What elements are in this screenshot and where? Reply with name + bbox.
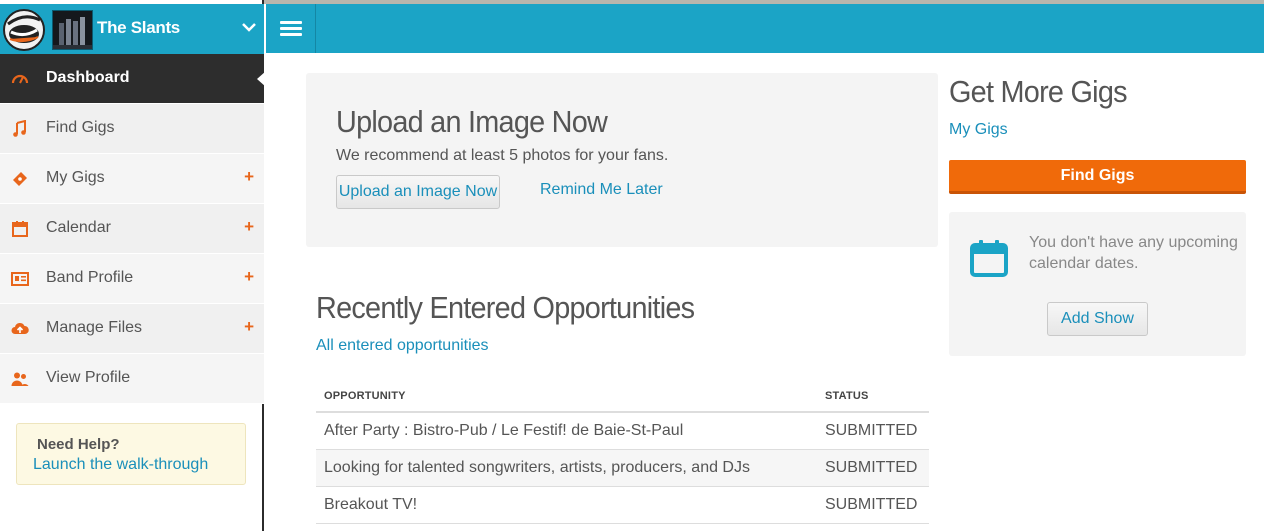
logo-icon — [3, 9, 45, 51]
no-dates-message: You don't have any upcoming calendar dat… — [1029, 234, 1238, 272]
band-photo-icon — [53, 11, 92, 49]
expand-plus-icon[interactable]: + — [244, 267, 254, 287]
table-row[interactable]: Breakout TV! SUBMITTED — [316, 487, 929, 524]
menu-bar-icon — [280, 21, 302, 24]
users-icon — [11, 372, 29, 386]
calendar-icon — [970, 240, 1008, 277]
my-gigs-link[interactable]: My Gigs — [949, 121, 1008, 139]
recent-opportunities-title: Recently Entered Opportunities — [316, 290, 695, 325]
opportunities-table: OPPORTUNITY STATUS After Party : Bistro-… — [316, 381, 929, 524]
active-pointer — [257, 71, 266, 87]
opportunity-cell[interactable]: Looking for talented songwriters, artist… — [324, 459, 750, 477]
help-title: Need Help? — [37, 436, 120, 453]
band-avatar — [52, 10, 93, 50]
find-gigs-button[interactable]: Find Gigs — [949, 160, 1246, 194]
walkthrough-link[interactable]: Launch the walk-through — [33, 456, 208, 474]
status-cell: SUBMITTED — [825, 459, 918, 476]
sidebar-item-label: My Gigs — [46, 169, 105, 186]
table-row[interactable]: After Party : Bistro-Pub / Le Festif! de… — [316, 413, 929, 450]
calendar-icon — [12, 221, 28, 237]
band-name: The Slants — [97, 18, 180, 37]
menu-bar-icon — [280, 27, 302, 30]
sidebar-item-label: Manage Files — [46, 319, 143, 336]
expand-plus-icon[interactable]: + — [244, 217, 254, 237]
sidebar-item-manage-files[interactable]: Manage Files + — [0, 304, 264, 354]
column-header-opportunity[interactable]: OPPORTUNITY — [324, 390, 406, 402]
sidebar-nav: Dashboard Find Gigs My Gigs + Calendar +… — [0, 54, 266, 404]
remind-later-link[interactable]: Remind Me Later — [540, 181, 663, 199]
app-root: The Slants Dashboard Find Gigs My Gigs +… — [0, 0, 1264, 531]
id-card-icon — [11, 272, 29, 286]
sidebar-item-label: Find Gigs — [46, 119, 115, 136]
sidebar-item-dashboard[interactable]: Dashboard — [0, 54, 266, 104]
top-header-bar — [266, 4, 1264, 53]
calendar-panel: You don't have any upcoming calendar dat… — [949, 212, 1246, 356]
all-opportunities-link[interactable]: All entered opportunities — [316, 337, 489, 355]
sidebar-item-view-profile[interactable]: View Profile — [0, 354, 264, 404]
music-note-icon — [13, 120, 26, 137]
sidebar-item-find-gigs[interactable]: Find Gigs — [0, 104, 264, 154]
sidebar-item-label: View Profile — [46, 369, 131, 386]
upload-subtitle: We recommend at least 5 photos for your … — [336, 147, 669, 164]
status-cell: SUBMITTED — [825, 496, 918, 513]
table-row[interactable]: Looking for talented songwriters, artist… — [316, 450, 929, 487]
sidebar-item-label: Dashboard — [46, 69, 130, 86]
upload-image-button[interactable]: Upload an Image Now — [336, 175, 500, 209]
upload-title: Upload an Image Now — [336, 104, 608, 139]
expand-plus-icon[interactable]: + — [244, 167, 254, 187]
sidebar-item-calendar[interactable]: Calendar + — [0, 204, 264, 254]
sidebar-item-band-profile[interactable]: Band Profile + — [0, 254, 264, 304]
sidebar-item-my-gigs[interactable]: My Gigs + — [0, 154, 264, 204]
cloud-upload-icon — [11, 322, 29, 334]
hamburger-menu-button[interactable] — [266, 4, 316, 53]
ticket-icon — [13, 172, 27, 186]
add-show-button[interactable]: Add Show — [1047, 302, 1148, 336]
expand-plus-icon[interactable]: + — [244, 317, 254, 337]
status-cell: SUBMITTED — [825, 422, 918, 439]
chevron-down-icon[interactable] — [240, 18, 258, 36]
sidebar-item-label: Band Profile — [46, 269, 134, 286]
upload-image-panel: Upload an Image Now We recommend at leas… — [306, 73, 938, 247]
menu-bar-icon — [280, 33, 302, 36]
table-header: OPPORTUNITY STATUS — [316, 381, 929, 413]
help-box: Need Help? Launch the walk-through — [16, 423, 246, 485]
sidebar-item-label: Calendar — [46, 219, 111, 236]
opportunity-cell[interactable]: After Party : Bistro-Pub / Le Festif! de… — [324, 422, 683, 440]
gauge-icon — [11, 74, 29, 84]
opportunity-cell[interactable]: Breakout TV! — [324, 496, 417, 514]
get-more-gigs-title: Get More Gigs — [949, 74, 1128, 109]
column-header-status[interactable]: STATUS — [825, 390, 869, 402]
band-switcher[interactable]: The Slants — [0, 4, 264, 54]
sidebar: The Slants Dashboard Find Gigs My Gigs +… — [0, 0, 266, 531]
